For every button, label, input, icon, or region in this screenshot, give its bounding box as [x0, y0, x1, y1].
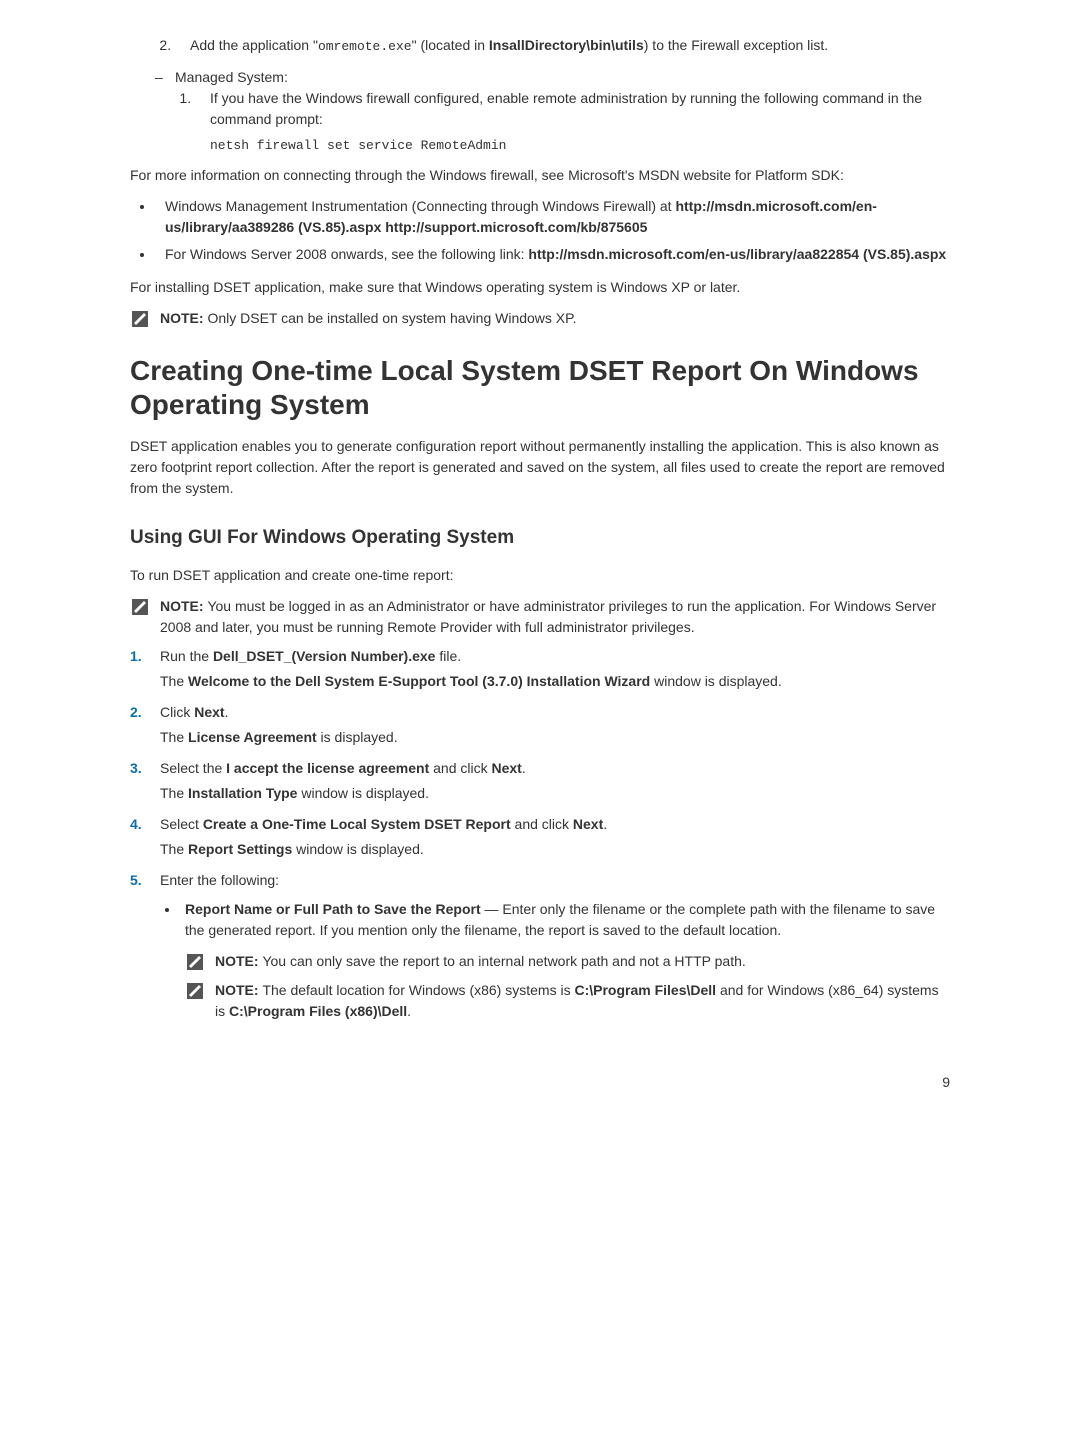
text: The [160, 673, 188, 689]
text: Select [160, 816, 203, 832]
text: file. [435, 648, 461, 664]
option-name: Create a One-Time Local System DSET Repo… [203, 816, 511, 832]
path-text: C:\Program Files\Dell [574, 982, 716, 998]
note-pencil-icon [185, 981, 205, 1001]
paragraph: DSET application enables you to generate… [130, 436, 950, 499]
text: The [160, 785, 188, 801]
text: If you have the Windows firewall configu… [210, 90, 922, 127]
paragraph: To run DSET application and create one-t… [130, 565, 950, 586]
note-block: NOTE: You must be logged in as an Admini… [130, 596, 950, 638]
list-item: Report Name or Full Path to Save the Rep… [180, 899, 950, 1022]
code-text: omremote.exe [318, 39, 412, 54]
note-text: NOTE: You can only save the report to an… [215, 951, 746, 972]
note-label: NOTE: [160, 598, 207, 614]
text: window is displayed. [292, 841, 424, 857]
inner-bullet-list: Report Name or Full Path to Save the Rep… [180, 899, 950, 1022]
step-subtext: The License Agreement is displayed. [160, 727, 950, 748]
step-subtext: The Report Settings window is displayed. [160, 839, 950, 860]
button-name: Next [492, 760, 522, 776]
list-item: Add the application "omremote.exe" (loca… [175, 35, 950, 57]
dash-list: Managed System: If you have the Windows … [155, 67, 950, 156]
paragraph: For installing DSET application, make su… [130, 277, 950, 298]
path-text: InsallDirectory\bin\utils [489, 37, 644, 53]
step-item: Enter the following: Report Name or Full… [130, 870, 950, 1022]
text: " (located in [412, 37, 489, 53]
continuation-ordered-list: Add the application "omremote.exe" (loca… [175, 35, 950, 57]
text: and click [511, 816, 573, 832]
note-block: NOTE: The default location for Windows (… [185, 980, 950, 1022]
text: . [225, 704, 229, 720]
note-label: NOTE: [160, 310, 207, 326]
note-text: NOTE: The default location for Windows (… [215, 980, 950, 1022]
text: . [603, 816, 607, 832]
step-item: Select the I accept the license agreemen… [130, 758, 950, 804]
note-pencil-icon [130, 309, 150, 329]
command-code: netsh firewall set service RemoteAdmin [210, 138, 506, 153]
list-item: Managed System: If you have the Windows … [155, 67, 950, 156]
option-name: I accept the license agreement [226, 760, 429, 776]
step-item: Run the Dell_DSET_(Version Number).exe f… [130, 646, 950, 692]
list-header: Managed System: [175, 69, 288, 85]
text: The default location for Windows (x86) s… [262, 982, 574, 998]
page-title: Creating One-time Local System DSET Repo… [130, 354, 950, 421]
note-block: NOTE: Only DSET can be installed on syst… [130, 308, 950, 329]
text: is displayed. [317, 729, 398, 745]
button-name: Next [573, 816, 603, 832]
link-bullet-list: Windows Management Instrumentation (Conn… [155, 196, 950, 265]
step-subtext: The Welcome to the Dell System E-Support… [160, 671, 950, 692]
window-name: Installation Type [188, 785, 297, 801]
note-label: NOTE: [215, 953, 262, 969]
window-name: License Agreement [188, 729, 317, 745]
window-name: Welcome to the Dell System E-Support Too… [188, 673, 650, 689]
text: Only DSET can be installed on system hav… [207, 310, 576, 326]
step-item: Click Next. The License Agreement is dis… [130, 702, 950, 748]
note-pencil-icon [185, 952, 205, 972]
steps-ordered-list: Run the Dell_DSET_(Version Number).exe f… [130, 646, 950, 1022]
text: Add the application " [190, 37, 318, 53]
path-text: C:\Program Files (x86)\Dell [229, 1003, 407, 1019]
text: window is displayed. [650, 673, 782, 689]
text: The [160, 841, 188, 857]
text: . [407, 1003, 411, 1019]
text: Select the [160, 760, 226, 776]
paragraph: For more information on connecting throu… [130, 165, 950, 186]
button-name: Next [194, 704, 224, 720]
text: Run the [160, 648, 213, 664]
list-item: Windows Management Instrumentation (Conn… [155, 196, 950, 238]
step-subtext: The Installation Type window is displaye… [160, 783, 950, 804]
list-item: If you have the Windows firewall configu… [195, 88, 950, 156]
text: For Windows Server 2008 onwards, see the… [165, 246, 528, 262]
window-name: Report Settings [188, 841, 292, 857]
text: ) to the Firewall exception list. [644, 37, 828, 53]
text: Click [160, 704, 194, 720]
filename-text: Dell_DSET_(Version Number).exe [213, 648, 436, 664]
note-text: NOTE: You must be logged in as an Admini… [160, 596, 950, 638]
step-item: Select Create a One-Time Local System DS… [130, 814, 950, 860]
page-number: 9 [130, 1072, 950, 1093]
list-item: For Windows Server 2008 onwards, see the… [155, 244, 950, 265]
text: . [522, 760, 526, 776]
section-heading: Using GUI For Windows Operating System [130, 524, 950, 553]
field-name: Report Name or Full Path to Save the Rep… [185, 901, 485, 917]
text: Windows Management Instrumentation (Conn… [165, 198, 675, 214]
note-block: NOTE: You can only save the report to an… [185, 951, 950, 972]
url-text: http://msdn.microsoft.com/en-us/library/… [528, 246, 946, 262]
note-label: NOTE: [215, 982, 262, 998]
note-pencil-icon [130, 597, 150, 617]
text: The [160, 729, 188, 745]
text: You must be logged in as an Administrato… [160, 598, 936, 635]
text: You can only save the report to an inter… [262, 953, 745, 969]
text: window is displayed. [297, 785, 429, 801]
nested-ordered-list: If you have the Windows firewall configu… [195, 88, 950, 156]
text: and click [429, 760, 491, 776]
text: Enter the following: [160, 872, 279, 888]
note-text: NOTE: Only DSET can be installed on syst… [160, 308, 577, 329]
